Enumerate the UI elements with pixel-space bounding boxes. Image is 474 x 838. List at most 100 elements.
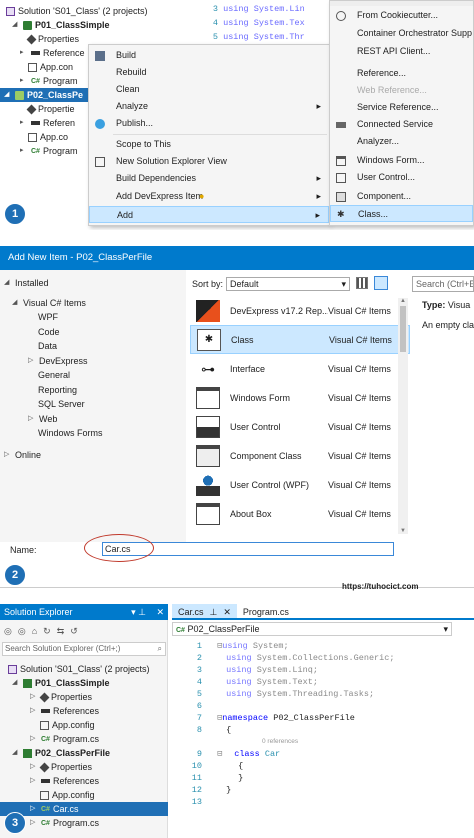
- tree-item-properties[interactable]: ▷ Properties: [30, 760, 92, 774]
- close-icon[interactable]: ✕: [223, 604, 231, 618]
- menu-rebuild[interactable]: Rebuild: [89, 64, 329, 81]
- navigation-dropdown[interactable]: C# P02_ClassPerFile ▾: [172, 622, 452, 636]
- template-user-control-wpf[interactable]: User Control (WPF) Visual C# Items: [190, 470, 410, 499]
- expand-icon[interactable]: ◢: [12, 676, 20, 690]
- menu-scope-to-this[interactable]: Scope to This: [89, 136, 329, 153]
- category-wpf[interactable]: WPF: [38, 310, 58, 324]
- tree-item-references[interactable]: ▸ Referen: [20, 116, 75, 130]
- menu-clean[interactable]: Clean: [89, 81, 329, 98]
- collapse-icon[interactable]: ▷: [30, 802, 38, 816]
- home-icon[interactable]: ⌂: [32, 626, 37, 636]
- category-code[interactable]: Code: [38, 325, 60, 339]
- tree-item-program[interactable]: ▸ C# Program: [20, 144, 78, 158]
- tree-item-appconfig[interactable]: App.config: [40, 718, 95, 732]
- collapse-icon[interactable]: ▸: [20, 144, 28, 158]
- submenu-from-cookiecutter[interactable]: From Cookiecutter...: [330, 7, 473, 24]
- submenu-container-orchestrator[interactable]: Container Orchestrator Supp: [330, 25, 473, 42]
- submenu-connected-service[interactable]: Connected Service: [330, 116, 473, 133]
- menu-build[interactable]: Build: [89, 47, 329, 64]
- grid-view-icon[interactable]: [356, 277, 368, 289]
- expand-icon[interactable]: ◢: [4, 276, 12, 290]
- submenu-reference[interactable]: Reference...: [330, 65, 473, 82]
- tree-item-properties[interactable]: Propertie: [26, 102, 75, 116]
- pending-changes-icon[interactable]: ↻: [43, 626, 51, 637]
- tree-item-program[interactable]: ▷ C# Program.cs: [30, 816, 99, 830]
- category-sql-server[interactable]: SQL Server: [38, 397, 85, 411]
- collapse-icon[interactable]: ▷: [28, 412, 36, 426]
- online-node[interactable]: ▷ Online: [4, 448, 41, 462]
- expand-icon[interactable]: ◢: [12, 18, 20, 32]
- tree-item-program[interactable]: ▷ C# Program.cs: [30, 732, 99, 746]
- menu-add[interactable]: Add ▸: [89, 206, 329, 223]
- scroll-up-icon[interactable]: ▲: [398, 298, 408, 304]
- expand-icon[interactable]: ◢: [12, 296, 20, 310]
- collapse-icon[interactable]: ▷: [30, 690, 38, 704]
- tree-item-project-2[interactable]: ◢ P02_ClassPe: [0, 88, 96, 102]
- explorer-search-input[interactable]: Search Solution Explorer (Ctrl+;) ⌕: [2, 642, 166, 656]
- collapse-icon[interactable]: ▷: [30, 704, 38, 718]
- tree-item-solution[interactable]: Solution 'S01_Class' (2 projects): [8, 662, 150, 676]
- expand-icon[interactable]: ◢: [4, 88, 12, 102]
- collapse-icon[interactable]: ▸: [20, 116, 28, 130]
- template-devexpress-report[interactable]: DevExpress v17.2 Rep... Visual C# Items: [190, 296, 410, 325]
- tree-item-properties[interactable]: Properties: [26, 32, 79, 46]
- template-component-class[interactable]: Component Class Visual C# Items: [190, 441, 410, 470]
- scrollbar-thumb[interactable]: [400, 306, 406, 352]
- submenu-component[interactable]: Component...: [330, 188, 473, 205]
- tree-item-properties[interactable]: ▷ Properties: [30, 690, 92, 704]
- tree-item-solution[interactable]: Solution 'S01_Class' (2 projects): [6, 4, 148, 18]
- tree-item-appconfig[interactable]: App.co: [28, 130, 68, 144]
- collapse-icon[interactable]: ▸: [20, 46, 28, 60]
- category-general[interactable]: General: [38, 368, 70, 382]
- codelens-references[interactable]: 0 references: [180, 736, 474, 748]
- submenu-rest-api-client[interactable]: REST API Client...: [330, 43, 473, 60]
- tree-item-program[interactable]: ▸ C# Program: [20, 74, 78, 88]
- refresh-icon[interactable]: ↺: [70, 626, 78, 637]
- back-icon[interactable]: ◎: [4, 626, 12, 637]
- category-devexpress[interactable]: ▷ DevExpress: [28, 354, 88, 368]
- collapse-icon[interactable]: ▷: [30, 816, 38, 830]
- tree-item-project-2[interactable]: ◢ P02_ClassPerFile: [12, 746, 110, 760]
- collapse-icon[interactable]: ▷: [30, 732, 38, 746]
- template-windows-form[interactable]: Windows Form Visual C# Items: [190, 383, 410, 412]
- submenu-windows-form[interactable]: Windows Form...: [330, 152, 473, 169]
- tree-item-project-1[interactable]: ◢ P01_ClassSimple: [12, 18, 110, 32]
- tree-item-appconfig[interactable]: App.con: [28, 60, 73, 74]
- tree-item-references[interactable]: ▸ Reference: [20, 46, 85, 60]
- category-windows-forms[interactable]: Windows Forms: [38, 426, 103, 440]
- menu-add-devexpress-item[interactable]: Add DevExpress Item ● ▸: [89, 188, 329, 205]
- tab-car-cs[interactable]: Car.cs ⊥ ✕: [172, 604, 237, 618]
- category-reporting[interactable]: Reporting: [38, 383, 77, 397]
- menu-build-dependencies[interactable]: Build Dependencies ▸: [89, 170, 329, 187]
- list-view-icon[interactable]: [374, 276, 388, 290]
- category-web[interactable]: ▷ Web: [28, 412, 57, 426]
- sync-icon[interactable]: ⇆: [57, 626, 65, 637]
- menu-new-explorer-view[interactable]: New Solution Explorer View: [89, 153, 329, 170]
- tree-item-references[interactable]: ▷ References: [30, 774, 99, 788]
- forward-icon[interactable]: ◎: [18, 626, 26, 637]
- tree-item-appconfig[interactable]: App.config: [40, 788, 95, 802]
- tab-program-cs[interactable]: Program.cs: [237, 604, 295, 618]
- collapse-icon[interactable]: ▷: [30, 760, 38, 774]
- collapse-icon[interactable]: ▷: [30, 774, 38, 788]
- category-visual-csharp-items[interactable]: ◢ Visual C# Items: [12, 296, 86, 310]
- template-about-box[interactable]: About Box Visual C# Items: [190, 499, 410, 528]
- tree-item-references[interactable]: ▷ References: [30, 704, 99, 718]
- scroll-down-icon[interactable]: ▼: [398, 528, 408, 534]
- expand-icon[interactable]: ◢: [12, 746, 20, 760]
- tree-item-car-cs[interactable]: ▷ C# Car.cs: [0, 802, 168, 816]
- submenu-service-reference[interactable]: Service Reference...: [330, 99, 473, 116]
- sort-dropdown[interactable]: Default ▾: [226, 277, 351, 291]
- template-class[interactable]: ✱ Class Visual C# Items: [190, 325, 410, 354]
- category-data[interactable]: Data: [38, 339, 57, 353]
- template-user-control[interactable]: User Control Visual C# Items: [190, 412, 410, 441]
- submenu-class[interactable]: ✱ Class...: [330, 205, 473, 222]
- search-templates-input[interactable]: Search (Ctrl+E: [412, 276, 474, 292]
- submenu-analyzer[interactable]: Analyzer...: [330, 133, 473, 150]
- close-icon[interactable]: ✕: [156, 604, 164, 620]
- pin-icon[interactable]: ⊥: [210, 604, 218, 618]
- template-scrollbar[interactable]: ▲ ▼: [398, 298, 408, 534]
- menu-publish[interactable]: Publish...: [89, 115, 329, 132]
- submenu-user-control[interactable]: User Control...: [330, 169, 473, 186]
- template-interface[interactable]: ⊶ Interface Visual C# Items: [190, 354, 410, 383]
